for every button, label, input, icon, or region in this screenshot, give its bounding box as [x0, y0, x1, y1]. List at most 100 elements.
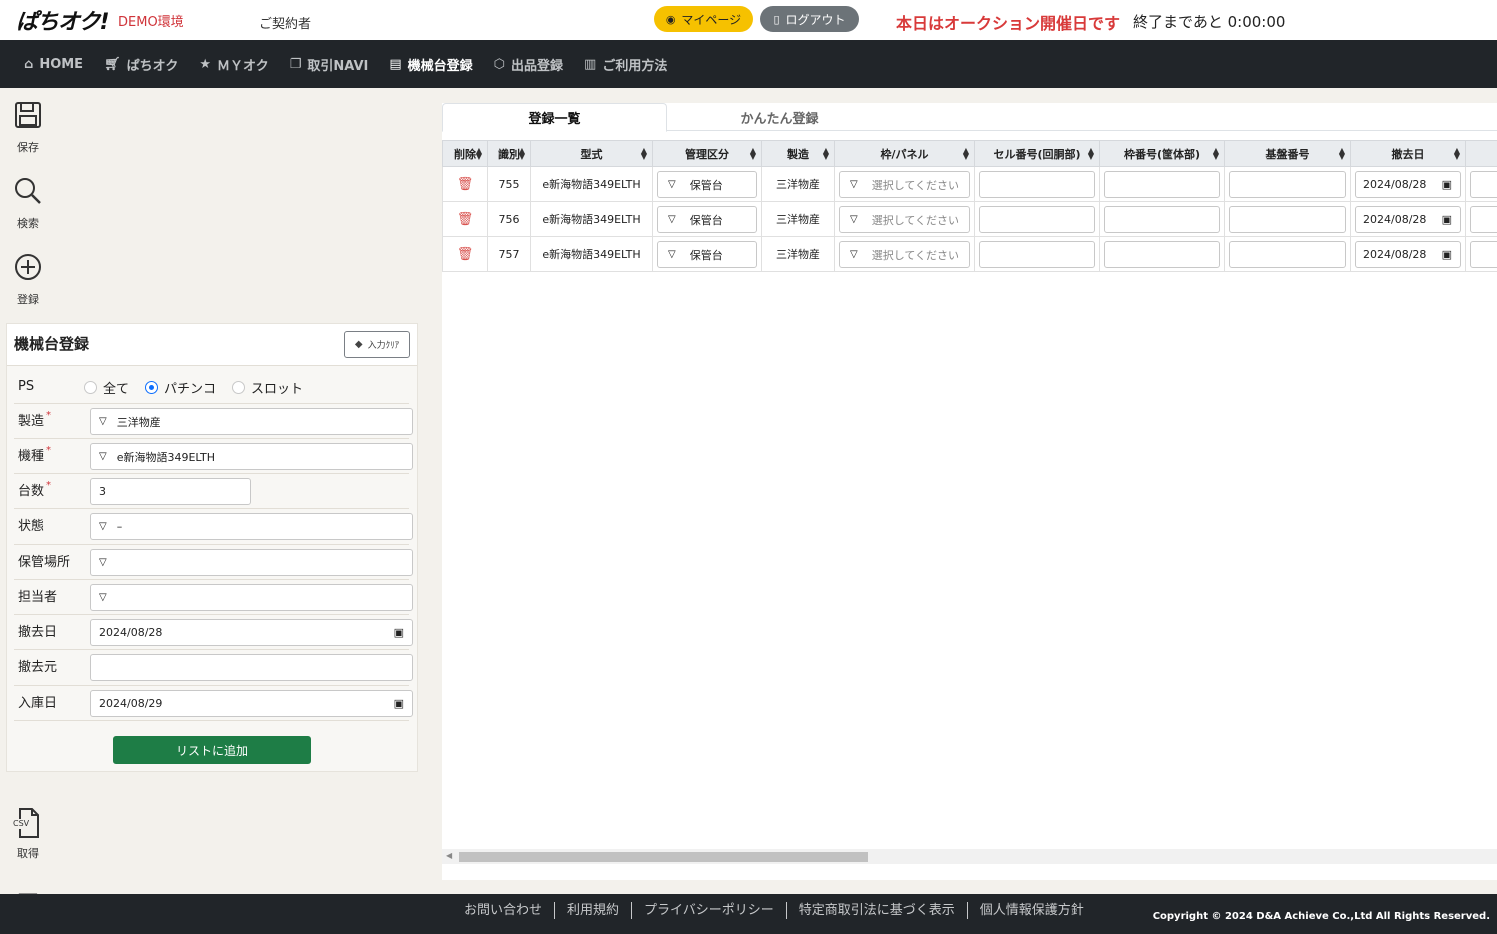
cell-number-input[interactable] [979, 241, 1095, 268]
scroll-left-arrow-icon[interactable]: ◀ [446, 851, 452, 860]
footer-link-commerce-act[interactable]: 特定商取引法に基づく表示 [785, 902, 967, 919]
category-select[interactable]: ▽ 保管台 [657, 241, 757, 268]
category-select[interactable]: ▽ 保管台 [657, 171, 757, 198]
tab-easy-register[interactable]: かんたん登録 [667, 103, 892, 132]
table-row: 🗑︎ 756 e新海物語349ELTH ▽ 保管台 三洋物産 ▽ 選択してください … [442, 201, 1497, 237]
model-cell: e新海物語349ELTH [530, 166, 653, 202]
ps-radio-pachinko[interactable]: パチンコ [145, 378, 216, 397]
cell-number-input[interactable] [979, 171, 1095, 198]
cell-number-input[interactable] [979, 206, 1095, 233]
site-logo[interactable]: ぱちオク! [16, 4, 110, 36]
board-number-input[interactable] [1229, 171, 1346, 198]
ps-radio-slot[interactable]: スロット [232, 378, 303, 397]
col-header-maker[interactable]: 製造 ▲ ▼ [761, 140, 835, 167]
nav-item-myoku[interactable]: ★ ＭＹオク [199, 55, 268, 74]
frame-number-cell [1099, 201, 1225, 237]
removal-date-input[interactable]: 2024/08/28 ▣ [1355, 206, 1461, 233]
horizontal-scrollbar[interactable]: ◀ [442, 849, 1497, 864]
save-tool[interactable]: 保存 [0, 101, 56, 155]
count-input[interactable]: 3 [90, 478, 251, 505]
col-header-frame-panel[interactable]: 枠/パネル ▲ ▼ [834, 140, 975, 167]
sort-icon: ▲ ▼ [749, 146, 756, 161]
cell-number-cell [974, 166, 1100, 202]
category-select[interactable]: ▽ 保管台 [657, 206, 757, 233]
nav-item-torihiki-navi[interactable]: ❐ 取引NAVI [290, 55, 369, 74]
category-cell: ▽ 保管台 [652, 236, 762, 272]
manual-tool[interactable]: ▭ [0, 884, 56, 894]
board-number-input[interactable] [1229, 206, 1346, 233]
frame-number-input[interactable] [1104, 171, 1220, 198]
nav-item-howto[interactable]: ▥ ご利用方法 [584, 55, 667, 74]
frame-number-input[interactable] [1104, 206, 1220, 233]
tab-register-list[interactable]: 登録一覧 [442, 103, 667, 132]
calendar-icon[interactable]: ▣ [394, 697, 404, 710]
nav-item-machine-register[interactable]: ▤ 機械台登録 [389, 55, 472, 74]
col-header-cell-number[interactable]: セル番号(回胴部) ▲ ▼ [974, 140, 1100, 167]
calendar-icon[interactable]: ▣ [1442, 213, 1452, 226]
mypage-button[interactable]: ◉ マイページ [654, 6, 753, 32]
chevron-down-icon: ▽ [850, 179, 858, 190]
chevron-down-icon: ▽ [99, 451, 107, 462]
add-to-list-button[interactable]: リストに追加 [113, 736, 311, 764]
removal-date-input[interactable]: 2024/08/28 ▣ [90, 619, 413, 646]
col-header-delete[interactable]: 削除 ▲ ▼ [442, 140, 488, 167]
stock-date-input[interactable]: 2024/08/29 ▣ [90, 690, 413, 717]
clear-input-button[interactable]: ◆ 入力ｸﾘｱ [344, 331, 410, 358]
calendar-icon[interactable]: ▣ [1442, 178, 1452, 191]
plus-circle-icon [0, 253, 56, 287]
maker-select[interactable]: ▽ 三洋物産 [90, 408, 413, 435]
extra-input[interactable] [1470, 241, 1497, 268]
trash-icon[interactable]: 🗑︎ [457, 247, 474, 262]
book-icon: ▥ [584, 56, 597, 72]
calendar-icon[interactable]: ▣ [1442, 248, 1452, 261]
trash-icon[interactable]: 🗑︎ [457, 177, 474, 192]
frame-panel-select[interactable]: ▽ 選択してください [839, 171, 970, 198]
maker-cell: 三洋物産 [761, 166, 835, 202]
nav-item-label: 機械台登録 [407, 58, 473, 74]
col-header-category[interactable]: 管理区分 ▲ ▼ [652, 140, 762, 167]
maker-label: 製造 * [18, 410, 52, 429]
col-header-model[interactable]: 型式 ▲ ▼ [530, 140, 653, 167]
sort-icon: ▲ ▼ [518, 146, 525, 161]
removal-date-input[interactable]: 2024/08/28 ▣ [1355, 171, 1461, 198]
model-select[interactable]: ▽ e新海物語349ELTH [90, 443, 413, 470]
calendar-icon[interactable]: ▣ [394, 626, 404, 639]
csv-tool[interactable]: CSV 取得 [0, 807, 56, 861]
frame-panel-select[interactable]: ▽ 選択してください [839, 206, 970, 233]
footer-link-terms[interactable]: 利用規約 [554, 902, 631, 919]
removal-source-input[interactable] [90, 654, 413, 681]
removal-source-row: 撤去元 [14, 650, 413, 686]
search-tool[interactable]: 検索 [0, 177, 56, 231]
frame-number-input[interactable] [1104, 241, 1220, 268]
col-header-id[interactable]: 識別 ▲ ▼ [487, 140, 531, 167]
extra-input[interactable] [1470, 206, 1497, 233]
col-header-board-number[interactable]: 基盤番号 ▲ ▼ [1224, 140, 1351, 167]
extra-input[interactable] [1470, 171, 1497, 198]
scrollbar-thumb[interactable] [459, 852, 868, 862]
col-header-removal-date[interactable]: 撤去日 ▲ ▼ [1350, 140, 1466, 167]
nav-item-listing[interactable]: ⬡ 出品登録 [494, 55, 563, 74]
nav-item-pachioku[interactable]: 🛒︎ ぱちオク [104, 55, 178, 74]
model-cell: e新海物語349ELTH [530, 201, 653, 237]
nav-item-home[interactable]: ⌂ HOME [24, 57, 83, 72]
col-header-frame-number[interactable]: 枠番号(筐体部) ▲ ▼ [1099, 140, 1225, 167]
main-area: 登録一覧 かんたん登録 削除 ▲ ▼ 識別 ▲ ▼ 型式 ▲ ▼ 管理区分 ▲ ▼ 製造 ▲ ▼ 枠… [424, 88, 1497, 894]
main-nav: ⌂ HOME 🛒︎ ぱちオク ★ ＭＹオク ❐ 取引NAVI ▤ 機械台登録 ⬡ 出品登録 … [0, 40, 1497, 88]
count-row: 台数 * 3 [14, 474, 409, 509]
register-tool[interactable]: 登録 [0, 253, 56, 307]
footer-link-contact[interactable]: お問い合わせ [452, 902, 554, 919]
trash-icon[interactable]: 🗑︎ [457, 212, 474, 227]
removal-date-input[interactable]: 2024/08/28 ▣ [1355, 241, 1461, 268]
count-label: 台数 * [18, 480, 52, 499]
frame-panel-select[interactable]: ▽ 選択してください [839, 241, 970, 268]
state-select[interactable]: ▽ – [90, 513, 413, 540]
footer-link-privacy[interactable]: プライバシーポリシー [631, 902, 786, 919]
ps-radio-all[interactable]: 全て [84, 378, 129, 397]
person-select[interactable]: ▽ [90, 584, 413, 611]
logout-button[interactable]: ▯ ログアウト [760, 6, 859, 32]
storage-select[interactable]: ▽ [90, 549, 413, 576]
ps-radio-label: パチンコ [164, 382, 217, 397]
board-number-input[interactable] [1229, 241, 1346, 268]
frame-panel-cell: ▽ 選択してください [834, 201, 975, 237]
footer-link-personal-info[interactable]: 個人情報保護方針 [966, 902, 1096, 919]
